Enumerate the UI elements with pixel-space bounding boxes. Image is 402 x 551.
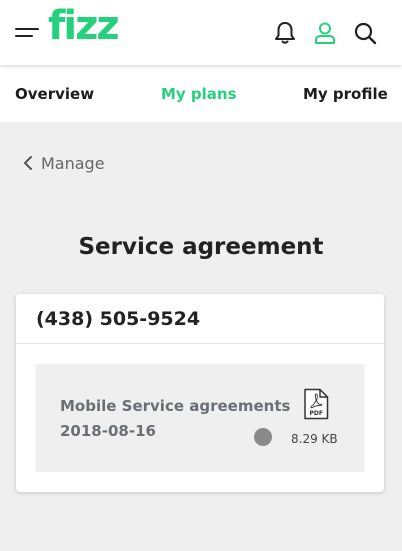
search-icon[interactable] [352, 20, 378, 46]
document-date: 2018-08-16 [60, 422, 156, 440]
tab-overview[interactable]: Overview [15, 85, 94, 103]
pdf-file-icon[interactable]: PDF [303, 388, 329, 420]
document-item[interactable]: Mobile Service agreements 2018-08-16 PDF… [36, 364, 364, 472]
status-indicator [254, 428, 272, 446]
page-title: Service agreement [78, 234, 324, 260]
back-link-label: Manage [41, 153, 105, 173]
document-name: Mobile Service agreements [60, 397, 291, 415]
pdf-icon-label: PDF [310, 410, 323, 417]
phone-number: (438) 505-9524 [16, 294, 384, 344]
logo-text: fizz [48, 3, 120, 49]
menu-icon[interactable] [15, 27, 39, 43]
agreement-card: (438) 505-9524 Mobile Service agreements… [16, 294, 384, 492]
tab-my-plans[interactable]: My plans [161, 85, 237, 103]
fizz-logo[interactable]: fizz [48, 3, 120, 50]
back-link[interactable]: Manage [22, 152, 105, 174]
tab-bar: Overview My plans My profile [0, 65, 402, 122]
chevron-left-icon [24, 156, 32, 170]
user-icon[interactable] [312, 20, 338, 46]
tab-my-profile[interactable]: My profile [303, 85, 388, 103]
app-header: fizz [0, 0, 402, 65]
bell-icon[interactable] [272, 20, 298, 46]
document-size: 8.29 KB [291, 432, 338, 446]
